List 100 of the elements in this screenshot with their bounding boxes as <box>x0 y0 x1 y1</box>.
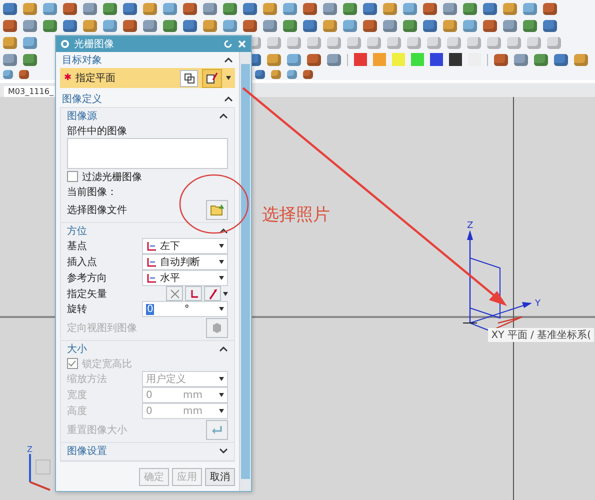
block-icon[interactable] <box>243 2 257 14</box>
close-icon[interactable] <box>237 39 247 49</box>
orient-view-button[interactable] <box>206 318 228 338</box>
block-icon[interactable] <box>283 20 297 32</box>
block-icon[interactable] <box>327 54 341 66</box>
vector-button[interactable] <box>185 286 202 301</box>
block-icon[interactable] <box>283 2 297 14</box>
block-icon[interactable] <box>103 20 117 32</box>
block-icon[interactable] <box>143 20 157 32</box>
block-icon[interactable] <box>383 20 397 32</box>
block-icon[interactable] <box>83 2 97 14</box>
block-icon[interactable] <box>43 20 57 32</box>
block-icon[interactable] <box>523 2 537 14</box>
chevron-icon[interactable] <box>219 448 228 454</box>
block-icon[interactable] <box>343 20 357 32</box>
block-icon[interactable] <box>403 20 417 32</box>
block-icon[interactable] <box>123 20 137 32</box>
caret-icon[interactable] <box>223 292 228 296</box>
block-icon[interactable] <box>43 2 57 14</box>
block-icon[interactable] <box>363 20 377 32</box>
block-icon[interactable] <box>63 20 77 32</box>
block-icon[interactable] <box>303 20 317 32</box>
block-icon[interactable] <box>287 54 301 66</box>
dropdown[interactable]: 自动判断 <box>142 254 228 270</box>
block-icon[interactable] <box>503 20 517 32</box>
block-icon[interactable] <box>203 20 217 32</box>
block-icon[interactable] <box>3 36 17 48</box>
chevron-icon[interactable] <box>224 96 233 102</box>
block-icon[interactable] <box>443 20 457 32</box>
color-swatch[interactable] <box>373 53 386 66</box>
dropdown[interactable]: 水平 <box>142 270 228 286</box>
plane-select-button[interactable] <box>202 68 222 88</box>
block-icon[interactable] <box>443 2 457 14</box>
block-icon[interactable] <box>267 54 281 66</box>
block-icon[interactable] <box>23 36 37 48</box>
block-icon[interactable] <box>323 20 337 32</box>
chevron-icon[interactable] <box>224 57 233 63</box>
section-header[interactable]: 目标对象 <box>62 53 102 67</box>
chevron-icon[interactable] <box>219 228 228 234</box>
block-icon[interactable] <box>483 2 497 14</box>
vector-button[interactable] <box>166 286 183 301</box>
block-icon[interactable] <box>23 54 37 66</box>
block-icon[interactable] <box>554 54 568 66</box>
block-icon[interactable] <box>223 20 237 32</box>
open-folder-button[interactable] <box>206 200 228 220</box>
block-icon[interactable] <box>463 20 477 32</box>
chevron-icon[interactable] <box>219 346 228 352</box>
block-icon[interactable] <box>463 2 477 14</box>
block-icon[interactable] <box>303 2 317 14</box>
block-icon[interactable] <box>574 54 588 66</box>
color-swatch[interactable] <box>392 53 405 66</box>
vector-button[interactable] <box>204 286 221 301</box>
block-icon[interactable] <box>183 20 197 32</box>
block-icon[interactable] <box>263 2 277 14</box>
block-icon[interactable] <box>403 2 417 14</box>
group-header[interactable]: 方位 <box>67 224 87 238</box>
chevron-icon[interactable] <box>219 112 228 118</box>
plane-selection-row[interactable]: ✱ 指定平面 <box>60 68 235 88</box>
block-icon[interactable] <box>514 54 528 66</box>
section-header[interactable]: 图像定义 <box>62 92 102 106</box>
plane-button[interactable] <box>180 70 198 86</box>
group-header[interactable]: 图像设置 <box>67 444 107 458</box>
block-icon[interactable] <box>83 20 97 32</box>
checkbox[interactable] <box>67 171 78 182</box>
reset-size-button[interactable] <box>206 420 228 440</box>
block-icon[interactable] <box>383 2 397 14</box>
block-icon[interactable] <box>363 2 377 14</box>
block-icon[interactable] <box>263 20 277 32</box>
block-icon[interactable] <box>23 20 37 32</box>
document-tab[interactable]: M03_1116_ <box>4 86 58 97</box>
block-icon[interactable] <box>307 54 321 66</box>
dialog-button[interactable]: 取消 <box>205 468 235 486</box>
block-icon[interactable] <box>523 20 537 32</box>
block-icon[interactable] <box>543 20 557 32</box>
block-icon[interactable] <box>243 20 257 32</box>
block-icon[interactable] <box>483 20 497 32</box>
block-icon[interactable] <box>23 2 37 14</box>
dropdown[interactable]: 左下 <box>142 238 228 254</box>
block-icon[interactable] <box>143 2 157 14</box>
block-icon[interactable] <box>163 2 177 14</box>
input-field[interactable]: 0 ° <box>142 301 228 317</box>
block-icon[interactable] <box>103 2 117 14</box>
block-icon[interactable] <box>163 20 177 32</box>
group-header[interactable]: 图像源 <box>67 108 97 122</box>
block-icon[interactable] <box>223 2 237 14</box>
block-icon[interactable] <box>123 2 137 14</box>
block-icon[interactable] <box>343 2 357 14</box>
color-swatch[interactable] <box>430 53 443 66</box>
block-icon[interactable] <box>3 54 17 66</box>
color-swatch[interactable] <box>449 53 462 66</box>
color-swatch[interactable] <box>354 53 367 66</box>
block-icon[interactable] <box>494 54 508 66</box>
block-icon[interactable] <box>323 2 337 14</box>
color-swatch[interactable] <box>411 53 424 66</box>
block-icon[interactable] <box>63 2 77 14</box>
block-icon[interactable] <box>534 54 548 66</box>
scrollbar[interactable] <box>239 52 251 491</box>
group-header[interactable]: 大小 <box>67 342 87 356</box>
reset-icon[interactable] <box>223 39 233 49</box>
block-icon[interactable] <box>3 2 17 14</box>
